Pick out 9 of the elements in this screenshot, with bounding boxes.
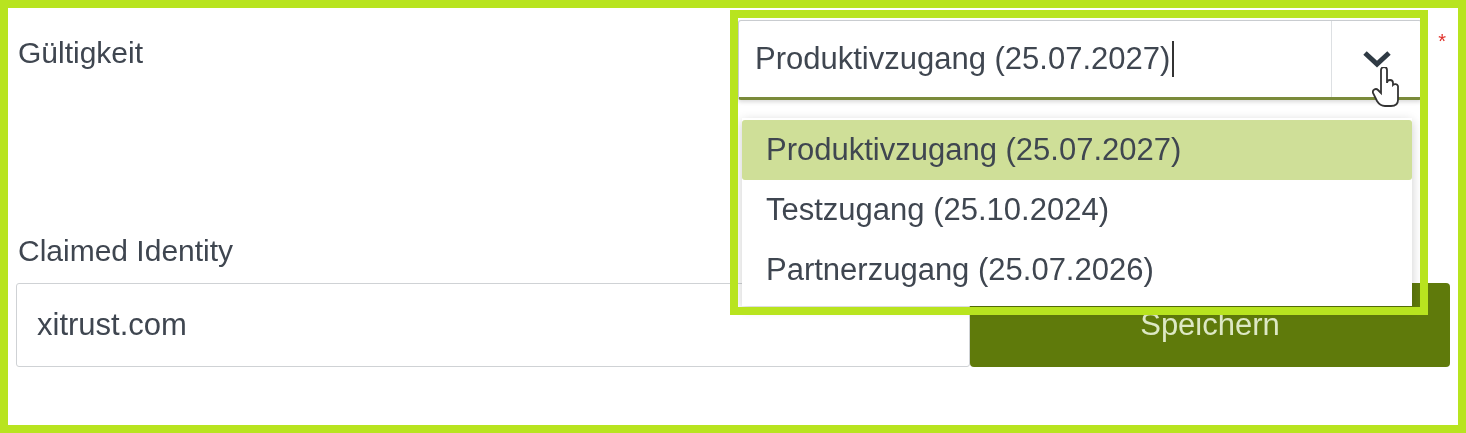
required-asterisk: * xyxy=(1438,30,1446,53)
text-caret xyxy=(1172,41,1175,77)
field-label: Gültigkeit xyxy=(18,35,145,71)
chevron-down-icon xyxy=(1361,49,1392,69)
dropdown-option[interactable]: Testzugang (25.10.2024) xyxy=(742,180,1412,240)
hand-cursor-icon xyxy=(1372,67,1402,107)
dropdown-option[interactable]: Produktivzugang (25.07.2027) xyxy=(742,120,1412,180)
select-value: Produktivzugang (25.07.2027) xyxy=(755,41,1171,77)
field-label: Claimed Identity xyxy=(18,233,234,269)
